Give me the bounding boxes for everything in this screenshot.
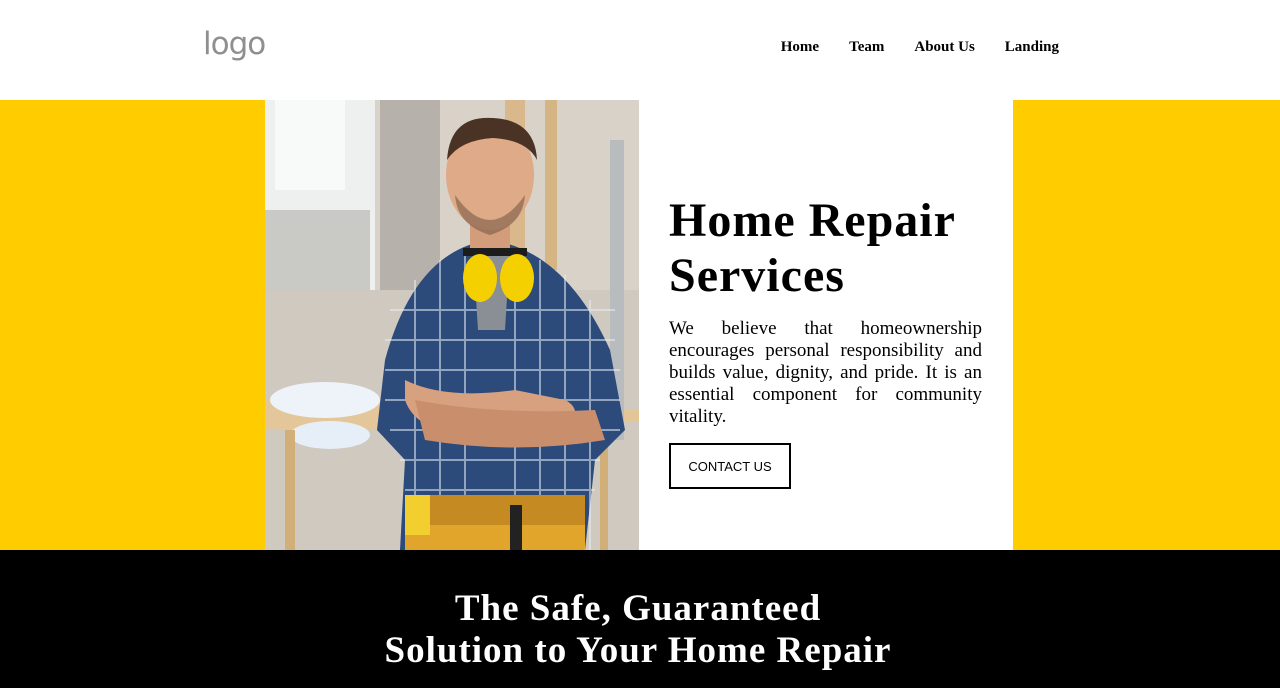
tagline-band: The Safe, Guaranteed Solution to Your Ho… — [0, 550, 1280, 688]
hero-description: We believe that homeownership encourages… — [669, 318, 982, 427]
nav-about-us[interactable]: About Us — [914, 38, 974, 56]
logo[interactable]: logo — [203, 24, 266, 64]
tagline-line-1: The Safe, Guaranteed — [454, 588, 822, 629]
contact-us-button[interactable]: CONTACT US — [669, 443, 791, 489]
worker-photo — [265, 100, 639, 550]
site-header: logo Home Team About Us Landing — [0, 0, 1280, 100]
nav-landing[interactable]: Landing — [1005, 38, 1059, 56]
tagline-title: The Safe, Guaranteed Solution to Your Ho… — [0, 588, 1276, 672]
hero-title: Home Repair Services — [669, 194, 956, 302]
nav-home[interactable]: Home — [781, 38, 819, 56]
nav-team[interactable]: Team — [849, 38, 884, 56]
main-nav: Home Team About Us Landing — [781, 38, 1059, 56]
tagline-line-2: Solution to Your Home Repair — [384, 630, 892, 671]
hero-card: Home Repair Services We believe that hom… — [639, 100, 1013, 550]
